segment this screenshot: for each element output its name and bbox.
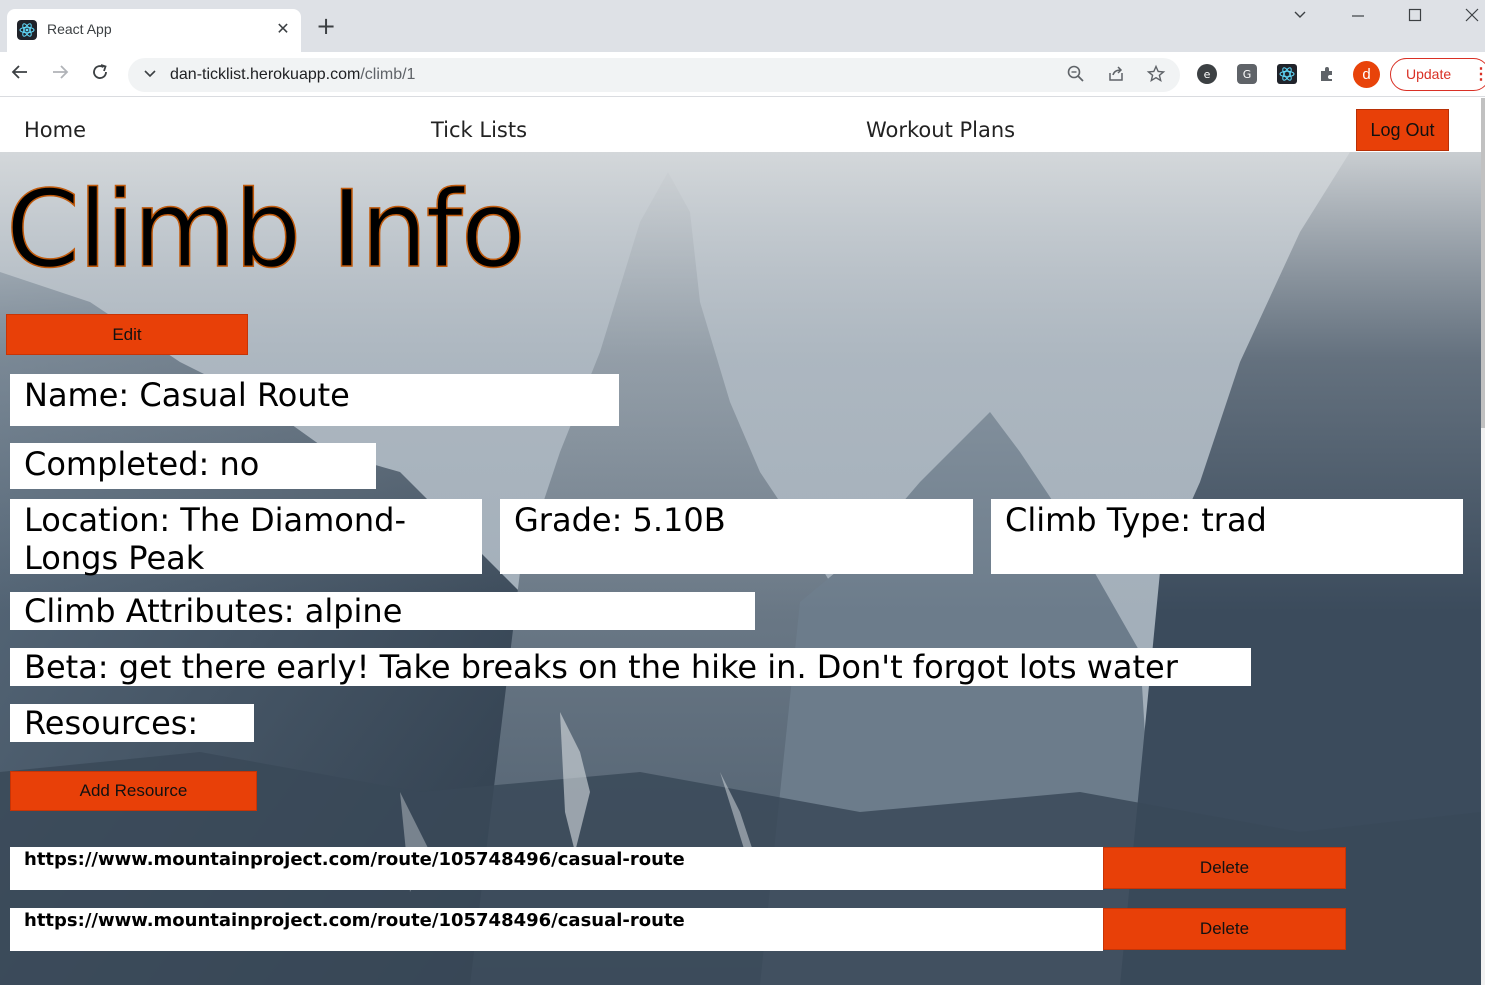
edit-button[interactable]: Edit: [6, 314, 248, 355]
back-arrow-icon[interactable]: [10, 62, 30, 87]
climb-type: Climb Type: trad: [991, 499, 1463, 574]
react-devtools-icon[interactable]: [1277, 64, 1297, 84]
close-window-icon[interactable]: [1464, 6, 1480, 26]
climb-name: Name: Casual Route: [10, 374, 619, 426]
site-navbar: Home Tick Lists Workout Plans Log Out: [0, 98, 1481, 152]
url-text[interactable]: dan-ticklist.herokuapp.com/climb/1: [170, 66, 415, 84]
bookmark-star-icon[interactable]: [1146, 64, 1166, 89]
react-icon: [17, 20, 37, 40]
tab-search-icon[interactable]: [1292, 6, 1308, 26]
extensions-puzzle-icon[interactable]: [1317, 64, 1337, 84]
delete-resource-button[interactable]: Delete: [1103, 847, 1346, 889]
nav-link-workout-plans[interactable]: Workout Plans: [866, 118, 1015, 142]
nav-link-tick-lists[interactable]: Tick Lists: [431, 118, 527, 142]
page-scrollbar[interactable]: [1481, 98, 1485, 985]
minimize-icon[interactable]: [1350, 6, 1366, 26]
page-viewport: Home Tick Lists Workout Plans Log Out Cl…: [0, 98, 1481, 985]
address-bar[interactable]: dan-ticklist.herokuapp.com/climb/1: [128, 58, 1180, 92]
update-label: Update: [1406, 66, 1452, 82]
mountain-background: Climb Info Edit Name: Casual Route Compl…: [0, 152, 1481, 985]
browser-tab[interactable]: React App ✕: [7, 9, 301, 52]
climb-grade: Grade: 5.10B: [500, 499, 973, 574]
reload-icon[interactable]: [90, 62, 110, 87]
extension-grammar-icon[interactable]: G: [1237, 64, 1257, 84]
add-resource-button[interactable]: Add Resource: [10, 771, 257, 811]
resources-label: Resources:: [10, 704, 254, 742]
browser-toolbar: dan-ticklist.herokuapp.com/climb/1 e G d…: [0, 52, 1485, 97]
resource-link[interactable]: https://www.mountainproject.com/route/10…: [10, 847, 1103, 890]
climb-completed: Completed: no: [10, 443, 376, 489]
nav-link-home[interactable]: Home: [24, 118, 86, 142]
page-title: Climb Info: [5, 168, 526, 291]
profile-avatar[interactable]: d: [1353, 61, 1380, 88]
browser-tab-strip: React App ✕ +: [0, 0, 1485, 52]
delete-resource-button[interactable]: Delete: [1103, 908, 1346, 950]
close-tab-icon[interactable]: ✕: [273, 19, 293, 38]
forward-arrow-icon[interactable]: [50, 62, 70, 87]
maximize-icon[interactable]: [1407, 6, 1423, 26]
logout-button[interactable]: Log Out: [1356, 109, 1449, 151]
update-button[interactable]: Update ⋮: [1390, 58, 1485, 91]
climb-location: Location: The Diamond- Longs Peak: [10, 499, 482, 577]
climb-attributes: Climb Attributes: alpine: [10, 592, 755, 630]
scrollbar-thumb[interactable]: [1481, 98, 1485, 428]
new-tab-button[interactable]: +: [316, 14, 336, 38]
site-info-icon[interactable]: [142, 65, 158, 85]
zoom-icon[interactable]: [1066, 64, 1086, 89]
tab-title: React App: [47, 21, 112, 37]
share-icon[interactable]: [1106, 64, 1126, 89]
more-menu-icon[interactable]: ⋮: [1473, 64, 1485, 84]
extension-e-icon[interactable]: e: [1197, 64, 1217, 84]
climb-beta: Beta: get there early! Take breaks on th…: [10, 648, 1251, 686]
resource-link[interactable]: https://www.mountainproject.com/route/10…: [10, 908, 1103, 951]
